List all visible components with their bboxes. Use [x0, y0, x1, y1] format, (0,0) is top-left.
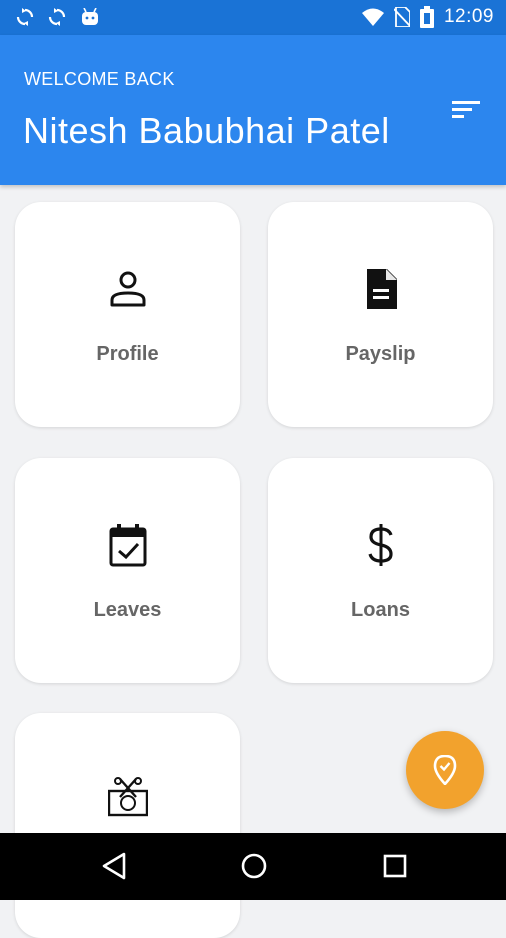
- system-nav-bar: [0, 833, 506, 900]
- document-icon: [366, 269, 397, 309]
- tile-label: Profile: [96, 343, 159, 365]
- loans-tile[interactable]: Loans: [268, 458, 493, 683]
- cash-icon: [107, 777, 148, 817]
- location-check-icon: [433, 755, 457, 785]
- location-fab[interactable]: [406, 731, 484, 809]
- person-icon: [110, 271, 145, 307]
- dollar-icon: [367, 524, 393, 566]
- back-icon[interactable]: [101, 851, 127, 881]
- calendar-check-icon: [109, 524, 146, 567]
- status-bar: 12:09: [0, 0, 506, 35]
- tile-label: Loans: [351, 599, 410, 621]
- no-sim-icon: [393, 7, 410, 27]
- reimbursement-tile[interactable]: [15, 713, 240, 938]
- profile-tile[interactable]: Profile: [15, 202, 240, 427]
- payslip-tile[interactable]: Payslip: [268, 202, 493, 427]
- app-header: WELCOME BACK Nitesh Babubhai Patel: [0, 35, 506, 185]
- battery-icon: [419, 6, 434, 28]
- tile-label: Payslip: [345, 343, 416, 365]
- wifi-icon: [361, 8, 384, 26]
- android-icon: [82, 8, 98, 25]
- recents-icon[interactable]: [382, 851, 408, 881]
- home-icon[interactable]: [240, 851, 268, 881]
- leaves-tile[interactable]: Leaves: [15, 458, 240, 683]
- sync-icon: [48, 8, 66, 26]
- user-name: Nitesh Babubhai Patel: [23, 110, 390, 151]
- sort-menu-icon[interactable]: [452, 97, 482, 121]
- welcome-label: WELCOME BACK: [24, 69, 175, 89]
- status-time: 12:09: [443, 6, 494, 27]
- tile-label: Leaves: [93, 599, 162, 621]
- sync-icon: [16, 8, 34, 26]
